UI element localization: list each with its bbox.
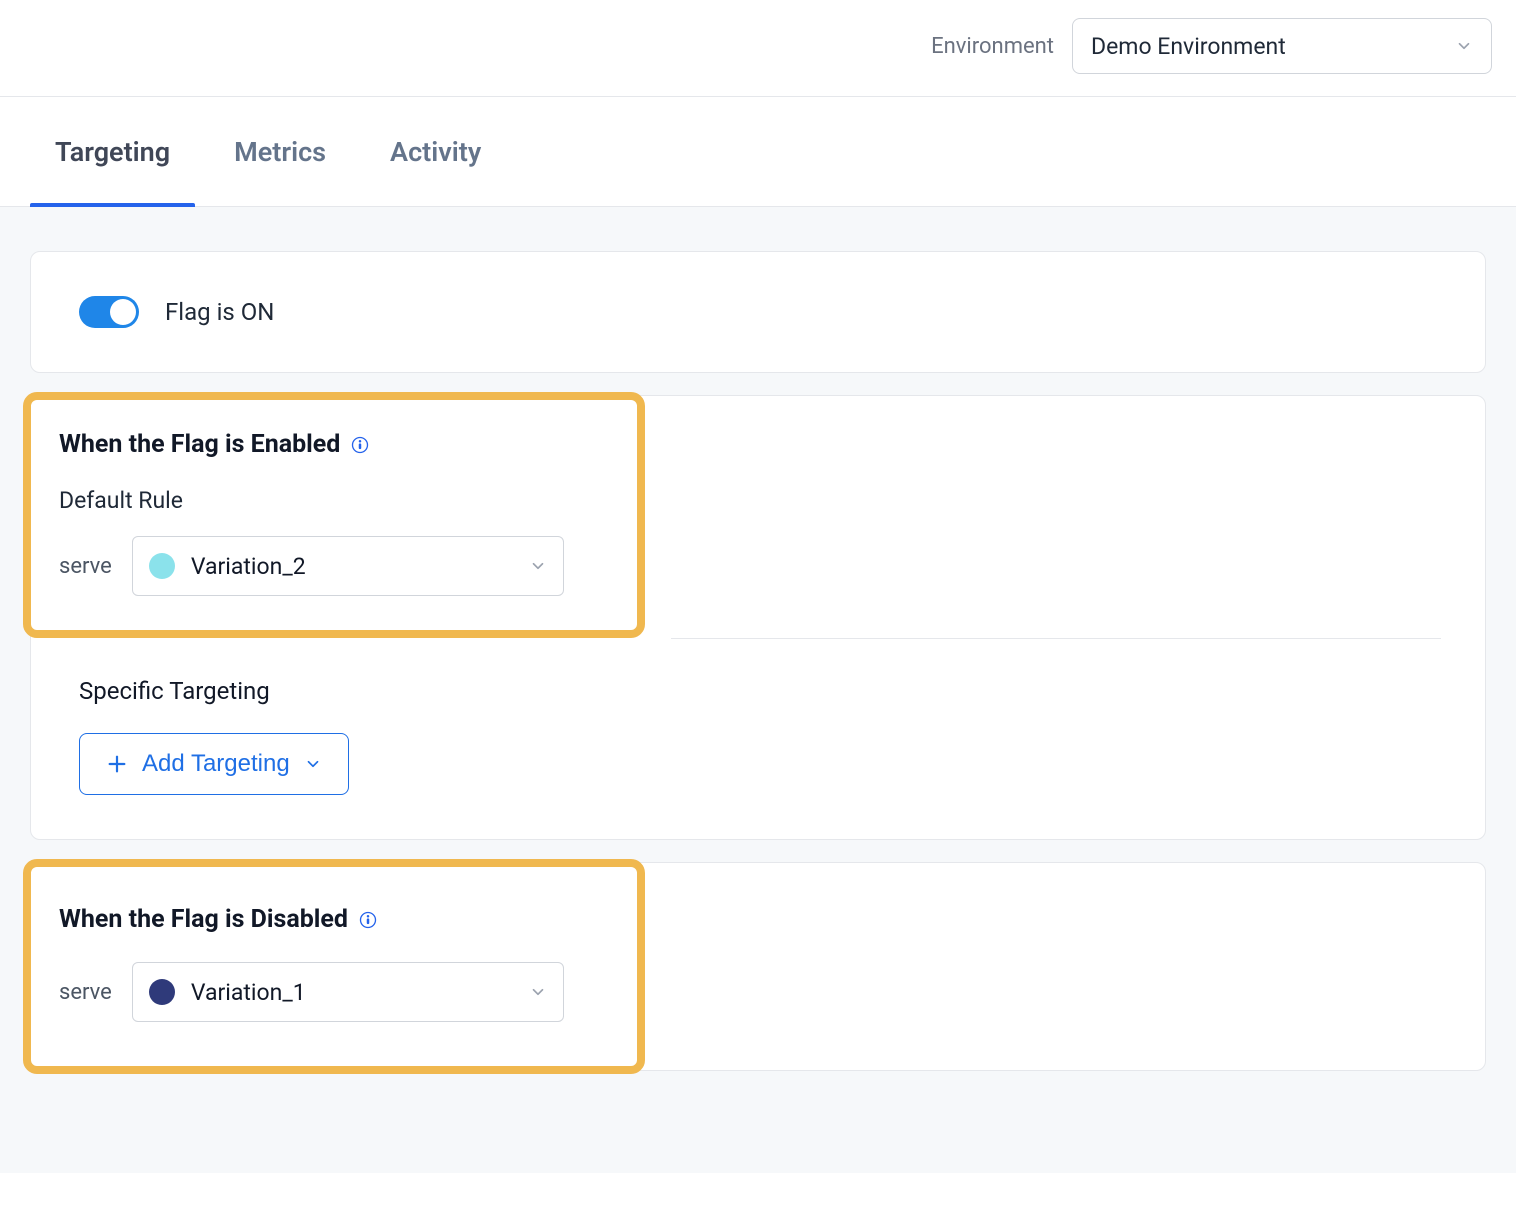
tabs: Targeting Metrics Activity <box>0 97 1516 207</box>
environment-select-value: Demo Environment <box>1091 33 1286 60</box>
plus-icon <box>106 753 128 775</box>
serve-label-enabled: serve <box>59 554 112 579</box>
chevron-down-icon <box>1455 37 1473 55</box>
disabled-title: When the Flag is Disabled <box>59 905 348 934</box>
serve-value-enabled: Variation_2 <box>191 553 513 580</box>
add-targeting-button[interactable]: Add Targeting <box>79 733 349 795</box>
serve-value-disabled: Variation_1 <box>191 979 513 1006</box>
environment-label: Environment <box>931 34 1054 59</box>
chevron-down-icon <box>529 983 547 1001</box>
serve-select-disabled[interactable]: Variation_1 <box>132 962 564 1022</box>
info-icon <box>350 435 370 455</box>
info-icon <box>358 910 378 930</box>
tab-activity[interactable]: Activity <box>390 97 481 206</box>
disabled-highlight: When the Flag is Disabled serve Variatio… <box>23 859 645 1074</box>
toggle-knob <box>110 299 136 325</box>
variation-swatch <box>149 979 175 1005</box>
environment-select[interactable]: Demo Environment <box>1072 18 1492 74</box>
flag-toggle[interactable] <box>79 296 139 328</box>
tab-targeting[interactable]: Targeting <box>55 97 170 206</box>
specific-targeting-title: Specific Targeting <box>79 677 1465 705</box>
add-targeting-label: Add Targeting <box>142 750 290 778</box>
chevron-down-icon <box>304 755 322 773</box>
flag-disabled-card: When the Flag is Disabled serve Variatio… <box>30 862 1486 1071</box>
variation-swatch <box>149 553 175 579</box>
enabled-title: When the Flag is Enabled <box>59 430 340 459</box>
flag-status-label: Flag is ON <box>165 298 274 326</box>
serve-select-enabled[interactable]: Variation_2 <box>132 536 564 596</box>
enabled-highlight: When the Flag is Enabled Default Rule se… <box>23 392 645 638</box>
environment-row: Environment Demo Environment <box>0 0 1516 96</box>
default-rule-label: Default Rule <box>59 487 617 514</box>
tab-metrics[interactable]: Metrics <box>234 97 326 206</box>
flag-enabled-card: When the Flag is Enabled Default Rule se… <box>30 395 1486 840</box>
flag-status-card: Flag is ON <box>30 251 1486 373</box>
serve-label-disabled: serve <box>59 980 112 1005</box>
chevron-down-icon <box>529 557 547 575</box>
